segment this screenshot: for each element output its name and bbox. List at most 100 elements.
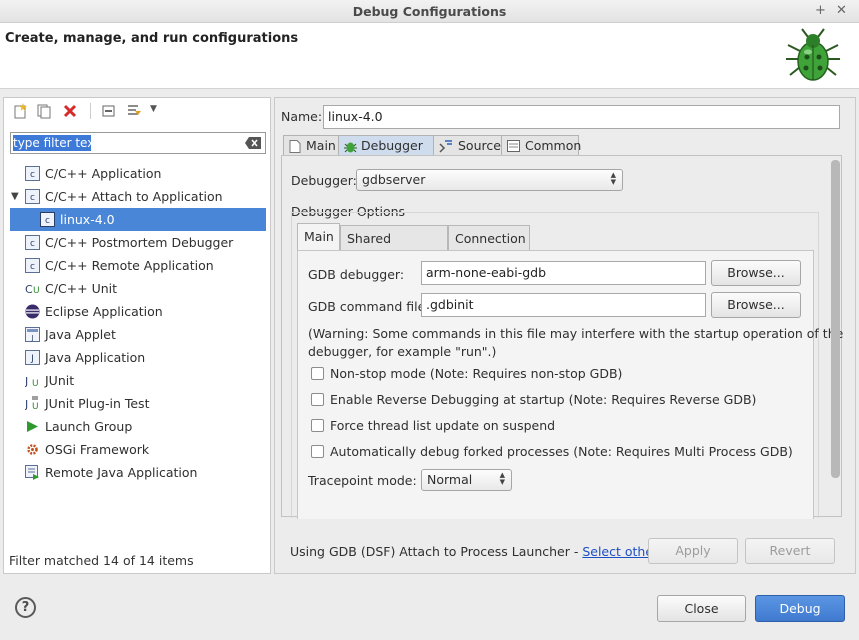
inner-tab-connection[interactable]: Connection [448, 225, 530, 251]
svg-text:J: J [30, 354, 34, 364]
debugger-options-group: Main Shared Libraries Connection GDB deb… [291, 212, 843, 519]
debugger-label: Debugger: [291, 173, 357, 188]
tab-main[interactable]: Main [283, 135, 339, 156]
warning-text-line-1: (Warning: Some commands in this file may… [308, 326, 844, 341]
common-icon [507, 140, 520, 152]
filter-input[interactable] [13, 135, 239, 151]
close-icon[interactable]: ✕ [836, 3, 847, 18]
tree-item-label: Eclipse Application [45, 304, 163, 319]
window-title: Debug Configurations [352, 4, 507, 19]
vertical-scrollbar[interactable] [831, 160, 840, 478]
tree-item-java-applet[interactable]: J Java Applet [4, 323, 270, 346]
debug-forked-processes-label: Automatically debug forked processes (No… [330, 444, 793, 459]
close-button[interactable]: Close [657, 595, 746, 622]
revert-button[interactable]: Revert [745, 538, 835, 564]
debug-forked-processes-checkbox[interactable] [311, 445, 324, 458]
inner-main-content: GDB debugger: arm-none-eabi-gdb Browse..… [297, 250, 843, 519]
svg-text:c: c [45, 216, 50, 226]
force-thread-update-checkbox[interactable] [311, 419, 324, 432]
tree-item-label: C/C++ Attach to Application [45, 189, 223, 204]
tab-main-label: Main [306, 138, 336, 153]
debugger-select[interactable]: gdbserver ▲ ▼ [356, 169, 623, 191]
browse-gdb-command-file-button[interactable]: Browse... [711, 292, 801, 318]
inner-tab-shared-libraries[interactable]: Shared Libraries [340, 225, 448, 271]
browse-gdb-debugger-button[interactable]: Browse... [711, 260, 801, 286]
gdb-command-file-label: GDB command file: [308, 299, 430, 314]
apply-button[interactable]: Apply [648, 538, 738, 564]
force-thread-update-label: Force thread list update on suspend [330, 418, 556, 433]
tab-common[interactable]: Common [501, 135, 581, 156]
debugger-tab-content: Debugger: gdbserver ▲ ▼ Debugger Options … [281, 155, 843, 519]
help-icon[interactable]: ? [15, 597, 36, 618]
debugger-select-value: gdbserver [362, 172, 426, 187]
title-bar: Debug Configurations + ✕ [0, 0, 859, 23]
tree-item-label: Remote Java Application [45, 465, 198, 480]
tree-item-launch-group[interactable]: Launch Group [4, 415, 270, 438]
bug-icon [344, 142, 357, 153]
svg-text:c: c [30, 239, 35, 249]
tree-item-c-unit[interactable]: CU C/C++ Unit [4, 277, 270, 300]
tree-item-label: Java Application [45, 350, 146, 365]
svg-text:c: c [30, 170, 35, 180]
debug-button[interactable]: Debug [755, 595, 845, 622]
expand-chevron-icon[interactable]: ▼ [11, 185, 19, 208]
source-icon [439, 140, 452, 153]
tracepoint-mode-select[interactable]: Normal ▲ ▼ [421, 469, 512, 491]
config-editor-panel: Name: linux-4.0 Main Debugger Source Com… [274, 97, 856, 574]
filter-status: Filter matched 14 of 14 items [9, 553, 194, 568]
tree-item-junit-plugin[interactable]: JU JUnit Plug-in Test [4, 392, 270, 415]
c-attach-icon: c [25, 189, 40, 204]
reverse-debugging-label: Enable Reverse Debugging at startup (Not… [330, 392, 757, 407]
filter-configs-icon[interactable] [126, 103, 142, 119]
inner-tab-main[interactable]: Main [297, 223, 340, 250]
new-config-icon[interactable] [12, 103, 28, 119]
tab-source[interactable]: Source [433, 135, 503, 156]
filter-field[interactable] [10, 132, 266, 154]
filter-menu-chevron-icon[interactable]: ▼ [150, 104, 157, 114]
svg-text:c: c [30, 193, 35, 203]
gdb-debugger-label: GDB debugger: [308, 267, 405, 282]
gdb-debugger-input[interactable]: arm-none-eabi-gdb [421, 261, 706, 285]
select-arrows-icon: ▲ ▼ [610, 171, 616, 186]
gdb-command-file-input[interactable]: .gdbinit [421, 293, 706, 317]
tree-item-label: OSGi Framework [45, 442, 150, 457]
svg-text:J: J [25, 375, 28, 388]
tree-item-label: Launch Group [45, 419, 133, 434]
launcher-text: Using GDB (DSF) Attach to Process Launch… [290, 544, 583, 559]
junit-plugin-icon: JU [25, 396, 39, 411]
java-app-icon: J [25, 350, 40, 365]
tree-item-label: Java Applet [45, 327, 116, 342]
maximize-icon[interactable]: + [815, 3, 826, 18]
tree-item-linux-4-0[interactable]: c linux-4.0 [10, 208, 266, 231]
reverse-debugging-checkbox[interactable] [311, 393, 324, 406]
tree-item-c-application[interactable]: c C/C++ Application [4, 162, 270, 185]
svg-text:U: U [33, 286, 40, 296]
svg-text:J: J [25, 398, 28, 411]
tree-item-osgi[interactable]: OSGi Framework [4, 438, 270, 461]
header-title: Create, manage, and run configurations [5, 31, 299, 46]
tree-item-c-postmortem[interactable]: c C/C++ Postmortem Debugger [4, 231, 270, 254]
non-stop-mode-checkbox[interactable] [311, 367, 324, 380]
clear-filter-icon[interactable] [245, 137, 261, 149]
eclipse-icon [25, 304, 40, 319]
name-input[interactable]: linux-4.0 [323, 105, 840, 129]
svg-text:C: C [25, 283, 33, 296]
osgi-icon [27, 444, 38, 455]
tab-debugger[interactable]: Debugger [338, 135, 435, 156]
svg-text:U: U [32, 379, 39, 388]
delete-config-icon[interactable] [62, 103, 78, 119]
tree-item-label: C/C++ Postmortem Debugger [45, 235, 234, 250]
tree-item-eclipse-app[interactable]: Eclipse Application [4, 300, 270, 323]
tree-item-c-attach[interactable]: ▼ c C/C++ Attach to Application [4, 185, 270, 208]
file-icon [289, 140, 301, 153]
tree-item-remote-java[interactable]: Remote Java Application [4, 461, 270, 484]
collapse-all-icon[interactable] [101, 103, 117, 119]
duplicate-config-icon[interactable] [36, 103, 52, 119]
tree-item-c-remote[interactable]: c C/C++ Remote Application [4, 254, 270, 277]
c-postmortem-icon: c [25, 235, 40, 250]
junit-icon: JU [25, 375, 39, 388]
tree-item-junit[interactable]: JU JUnit [4, 369, 270, 392]
dialog-header: Create, manage, and run configurations [0, 23, 859, 89]
warning-text-line-2: debugger, for example "run".) [308, 344, 497, 359]
tree-item-java-app[interactable]: J Java Application [4, 346, 270, 369]
